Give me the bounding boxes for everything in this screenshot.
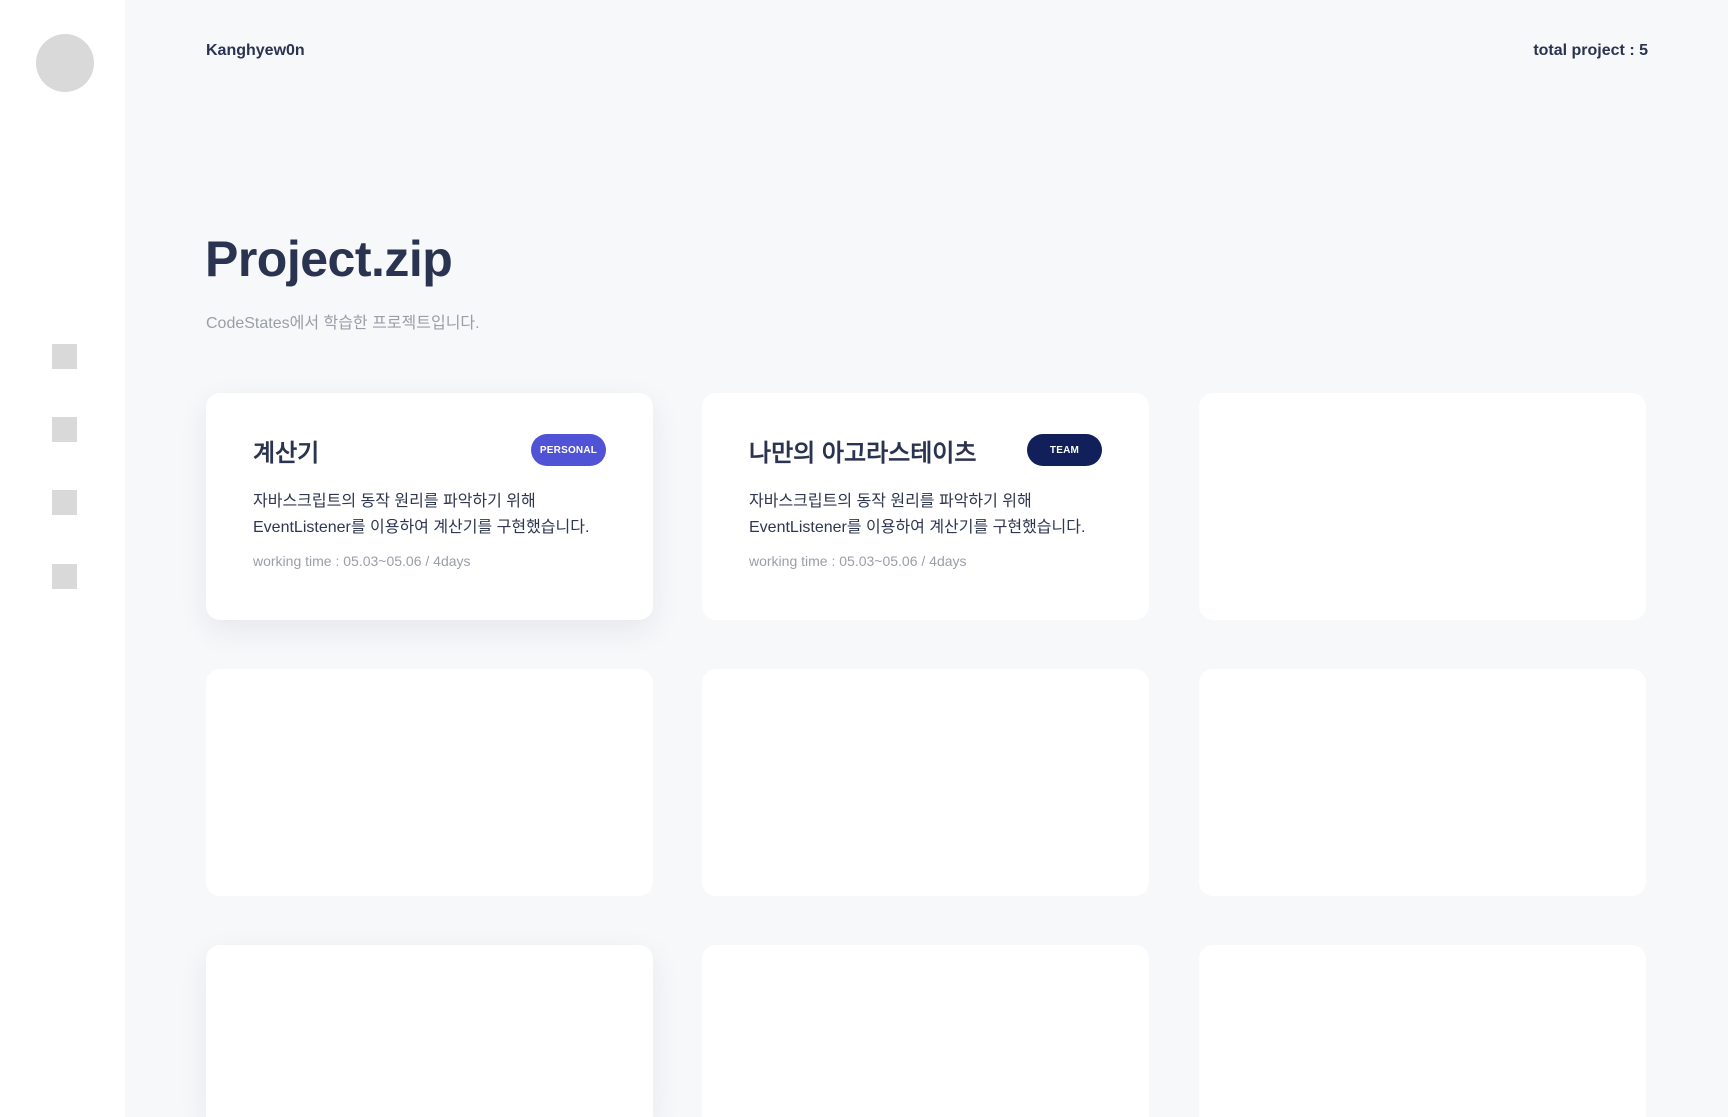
project-description-line: EventListener를 이용하여 계산기를 구현했습니다. bbox=[253, 519, 590, 536]
project-type-badge: PERSONAL bbox=[531, 434, 606, 466]
empty-project-card[interactable] bbox=[206, 669, 653, 896]
empty-project-card[interactable] bbox=[702, 945, 1149, 1117]
page-title: Project.zip bbox=[205, 231, 453, 287]
main-content: Kanghyew0n total project : 5 Project.zip… bbox=[125, 0, 1728, 1117]
project-description: 자바스크립트의 동작 원리를 파악하기 위해 EventListener를 이용… bbox=[253, 489, 623, 541]
project-description-line: 자바스크립트의 동작 원리를 파악하기 위해 bbox=[253, 493, 536, 510]
sidebar-nav-item-1[interactable] bbox=[52, 344, 77, 369]
project-card[interactable]: 계산기 PERSONAL 자바스크립트의 동작 원리를 파악하기 위해 Even… bbox=[206, 393, 653, 620]
project-type-badge: TEAM bbox=[1027, 434, 1102, 466]
project-working-time: working time : 05.03~05.06 / 4days bbox=[253, 553, 471, 569]
total-project-count: total project : 5 bbox=[1533, 42, 1648, 59]
project-working-time: working time : 05.03~05.06 / 4days bbox=[749, 553, 967, 569]
sidebar-nav-item-4[interactable] bbox=[52, 564, 77, 589]
avatar[interactable] bbox=[36, 34, 94, 92]
project-description-line: 자바스크립트의 동작 원리를 파악하기 위해 bbox=[749, 493, 1032, 510]
project-description: 자바스크립트의 동작 원리를 파악하기 위해 EventListener를 이용… bbox=[749, 489, 1119, 541]
sidebar bbox=[0, 0, 125, 1117]
sidebar-nav-item-3[interactable] bbox=[52, 490, 77, 515]
brand-name[interactable]: Kanghyew0n bbox=[206, 42, 305, 60]
page-subtitle: CodeStates에서 학습한 프로젝트입니다. bbox=[206, 315, 480, 332]
empty-project-card[interactable] bbox=[702, 669, 1149, 896]
empty-project-card[interactable] bbox=[206, 945, 653, 1117]
empty-project-card[interactable] bbox=[1199, 669, 1646, 896]
sidebar-nav-item-2[interactable] bbox=[52, 417, 77, 442]
empty-project-card[interactable] bbox=[1199, 393, 1646, 620]
project-title: 계산기 bbox=[253, 440, 320, 467]
empty-project-card[interactable] bbox=[1199, 945, 1646, 1117]
project-title: 나만의 아고라스테이츠 bbox=[749, 440, 977, 467]
project-description-line: EventListener를 이용하여 계산기를 구현했습니다. bbox=[749, 519, 1086, 536]
project-card[interactable]: 나만의 아고라스테이츠 TEAM 자바스크립트의 동작 원리를 파악하기 위해 … bbox=[702, 393, 1149, 620]
